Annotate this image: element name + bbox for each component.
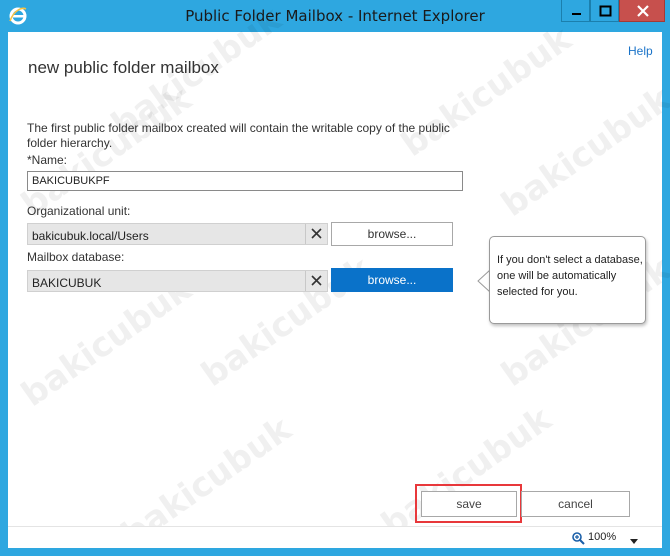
caret-down-icon[interactable] (628, 532, 640, 544)
title-bar: Public Folder Mailbox - Internet Explore… (0, 0, 670, 32)
name-input[interactable] (27, 171, 463, 191)
clear-icon (311, 228, 322, 239)
clear-icon (311, 275, 322, 286)
page-title: new public folder mailbox (28, 58, 219, 77)
save-button[interactable]: save (421, 491, 517, 517)
db-value: BAKICUBUK (32, 276, 102, 290)
clear-db-button[interactable] (307, 272, 327, 290)
close-icon (637, 5, 649, 17)
close-button[interactable] (619, 0, 665, 22)
browse-db-button[interactable]: browse... (331, 268, 453, 292)
minimize-icon (572, 13, 581, 15)
dialog-content: bakicubuk bakicubuk bakicubuk bakicubuk … (8, 0, 670, 555)
tooltip-text: If you don't select a database, one will… (497, 254, 643, 298)
name-label: *Name: (27, 153, 68, 167)
help-link[interactable]: Help (628, 44, 653, 58)
divider (305, 271, 306, 291)
maximize-icon (599, 5, 612, 17)
tooltip-callout: If you don't select a database, one will… (489, 236, 646, 324)
divider (305, 224, 306, 244)
cancel-button[interactable]: cancel (521, 491, 630, 517)
ou-value: bakicubuk.local/Users (32, 229, 149, 243)
maximize-button[interactable] (590, 0, 619, 22)
db-field: BAKICUBUK (27, 270, 328, 292)
ou-field: bakicubuk.local/Users (27, 223, 328, 245)
minimize-button[interactable] (561, 0, 590, 22)
watermark: bakicubuk (494, 79, 670, 225)
watermark: bakicubuk (374, 399, 559, 545)
clear-ou-button[interactable] (307, 225, 327, 243)
ou-label: Organizational unit: (27, 204, 131, 218)
browser-window: Public Folder Mailbox - Internet Explore… (0, 0, 670, 556)
status-bar: 100% (8, 526, 662, 548)
browse-ou-button[interactable]: browse... (331, 222, 453, 246)
description-text: The first public folder mailbox created … (27, 121, 450, 150)
zoom-level[interactable]: 100% (588, 531, 616, 543)
zoom-icon[interactable] (571, 530, 585, 545)
db-label: Mailbox database: (27, 250, 125, 264)
